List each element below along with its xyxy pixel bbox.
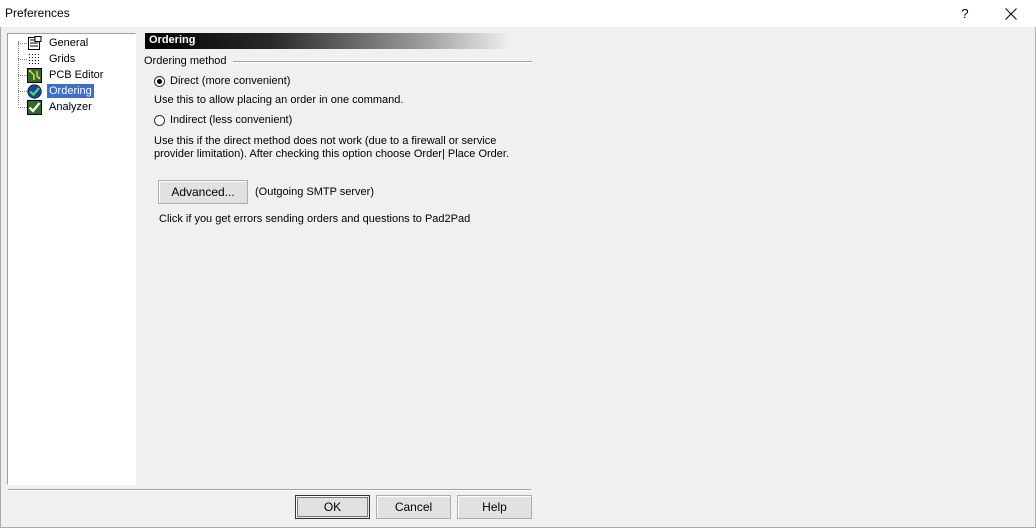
footer-divider [8, 489, 531, 491]
indirect-description-line1: Use this if the direct method does not w… [154, 135, 497, 147]
tree-item-pcb-editor[interactable]: PCB Editor [8, 67, 136, 83]
tree-item-label: General [49, 37, 89, 49]
close-button[interactable] [988, 0, 1034, 27]
tree-item-ordering[interactable]: Ordering [8, 83, 136, 99]
indirect-radio-label[interactable]: Indirect (less convenient) [170, 114, 292, 126]
ok-button[interactable]: OK [295, 495, 370, 519]
window-title: Preferences [5, 6, 70, 20]
direct-radio-label[interactable]: Direct (more convenient) [170, 75, 290, 87]
preferences-tree[interactable]: General Grids PCB Editor Ordering Analyz… [7, 33, 136, 485]
tree-item-grids[interactable]: Grids [8, 51, 136, 67]
ordering-method-group-label: Ordering method [144, 55, 227, 67]
panel-title: Ordering [149, 34, 196, 46]
panel-header: Ordering [145, 33, 511, 49]
title-help-button[interactable]: ? [942, 0, 988, 27]
pcb-editor-icon [27, 68, 42, 83]
tree-item-label: PCB Editor [49, 69, 104, 81]
advanced-note: (Outgoing SMTP server) [255, 186, 375, 198]
title-bar: Preferences ? [0, 0, 1036, 27]
cancel-button[interactable]: Cancel [376, 495, 451, 519]
tree-item-label: Analyzer [49, 101, 92, 113]
tree-item-label: Grids [49, 53, 76, 65]
direct-radio[interactable] [154, 76, 165, 87]
direct-description: Use this to allow placing an order in on… [154, 94, 404, 106]
tree-item-label: Ordering [47, 84, 94, 98]
help-button[interactable]: Help [457, 495, 532, 519]
advanced-hint: Click if you get errors sending orders a… [159, 213, 471, 225]
indirect-radio[interactable] [154, 115, 165, 126]
tree-item-analyzer[interactable]: Analyzer [8, 99, 136, 115]
ordering-checkmark-icon [27, 84, 42, 99]
analyzer-icon [27, 100, 42, 115]
grid-icon [29, 54, 39, 64]
close-icon [1005, 7, 1017, 20]
general-settings-icon [28, 36, 42, 50]
group-divider [233, 61, 532, 63]
advanced-button[interactable]: Advanced... [158, 180, 248, 204]
tree-item-general[interactable]: General [8, 35, 136, 51]
indirect-description-line2: provider limitation). After checking thi… [154, 148, 510, 160]
